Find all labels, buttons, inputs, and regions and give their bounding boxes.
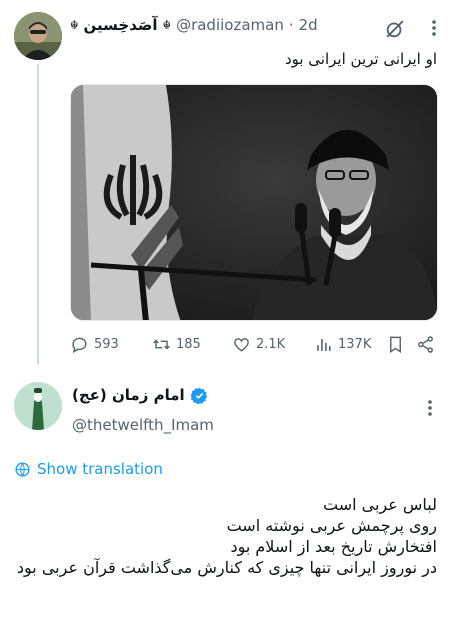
bookmark-button[interactable]: [386, 333, 405, 355]
repost-button[interactable]: 185: [152, 333, 201, 355]
avatar[interactable]: [14, 12, 62, 60]
separator: ·: [288, 16, 294, 34]
more-icon[interactable]: [420, 398, 440, 418]
thread-connector: [37, 64, 39, 364]
share-icon: [418, 335, 433, 353]
x-thread-view: ☬ آصَدخِسین ☬ @radiiozaman · 2d او ایران…: [0, 0, 453, 617]
reply-icon: [72, 337, 87, 353]
repost-icon: [153, 339, 170, 349]
show-translation-label: Show translation: [37, 460, 163, 478]
display-name[interactable]: امام زمان (عج): [72, 386, 185, 404]
view-count: 137K: [338, 336, 372, 352]
tweet-text-line: افتخارش تاریخ بعد از اسلام بود: [230, 537, 437, 556]
more-icon[interactable]: [424, 18, 444, 38]
like-button[interactable]: 2.1K: [232, 333, 285, 355]
views-icon: [317, 338, 331, 351]
flag-emoji-icon: ☬: [162, 18, 172, 32]
avatar[interactable]: [14, 382, 62, 430]
photo-image: [71, 85, 437, 320]
repost-count: 185: [176, 336, 201, 352]
tweet-text: او ایرانی ترین ایرانی بود: [284, 50, 437, 68]
bookmark-icon: [390, 336, 401, 353]
tweet-media-photo[interactable]: [70, 84, 438, 321]
tweet-reply[interactable]: امام زمان (عج) @thetwelfth_Imam Show tra…: [0, 366, 453, 617]
reply-button[interactable]: 593: [70, 333, 119, 355]
globe-icon: [15, 461, 30, 477]
like-count: 2.1K: [256, 336, 286, 352]
share-button[interactable]: [416, 333, 435, 355]
timestamp[interactable]: 2d: [299, 16, 318, 34]
tweet-text-line: روی پرچمش عربی نوشته است: [226, 516, 437, 535]
tweet-text: لباس عربی است روی پرچمش عربی نوشته است ا…: [14, 494, 437, 578]
like-icon: [234, 337, 249, 352]
views-button[interactable]: 137K: [314, 333, 371, 355]
avatar-image: [14, 12, 62, 60]
flag-emoji-icon: ☬: [70, 18, 79, 32]
handle[interactable]: @thetwelfth_Imam: [72, 416, 214, 434]
tweet-text-line: در نوروز ایرانی تنها چیزی که کنارش می‌گذ…: [16, 558, 437, 577]
display-name[interactable]: آصَدخِسین: [84, 16, 158, 34]
tweet-header: ☬ آصَدخِسین ☬ @radiiozaman · 2d: [70, 14, 393, 36]
reply-count: 593: [94, 336, 119, 352]
author-name-row: امام زمان (عج): [72, 386, 208, 404]
tweet-text-line: لباس عربی است: [322, 495, 437, 514]
show-translation-link[interactable]: Show translation: [14, 460, 163, 478]
avatar-image: [14, 382, 62, 430]
verified-badge-icon: [190, 387, 207, 404]
tweet-actions: 593 185 2.1K 137K: [70, 333, 438, 355]
tweet-original[interactable]: ☬ آصَدخِسین ☬ @radiiozaman · 2d او ایران…: [0, 0, 453, 366]
handle[interactable]: @radiiozaman: [176, 16, 284, 34]
grok-icon[interactable]: [384, 18, 406, 40]
